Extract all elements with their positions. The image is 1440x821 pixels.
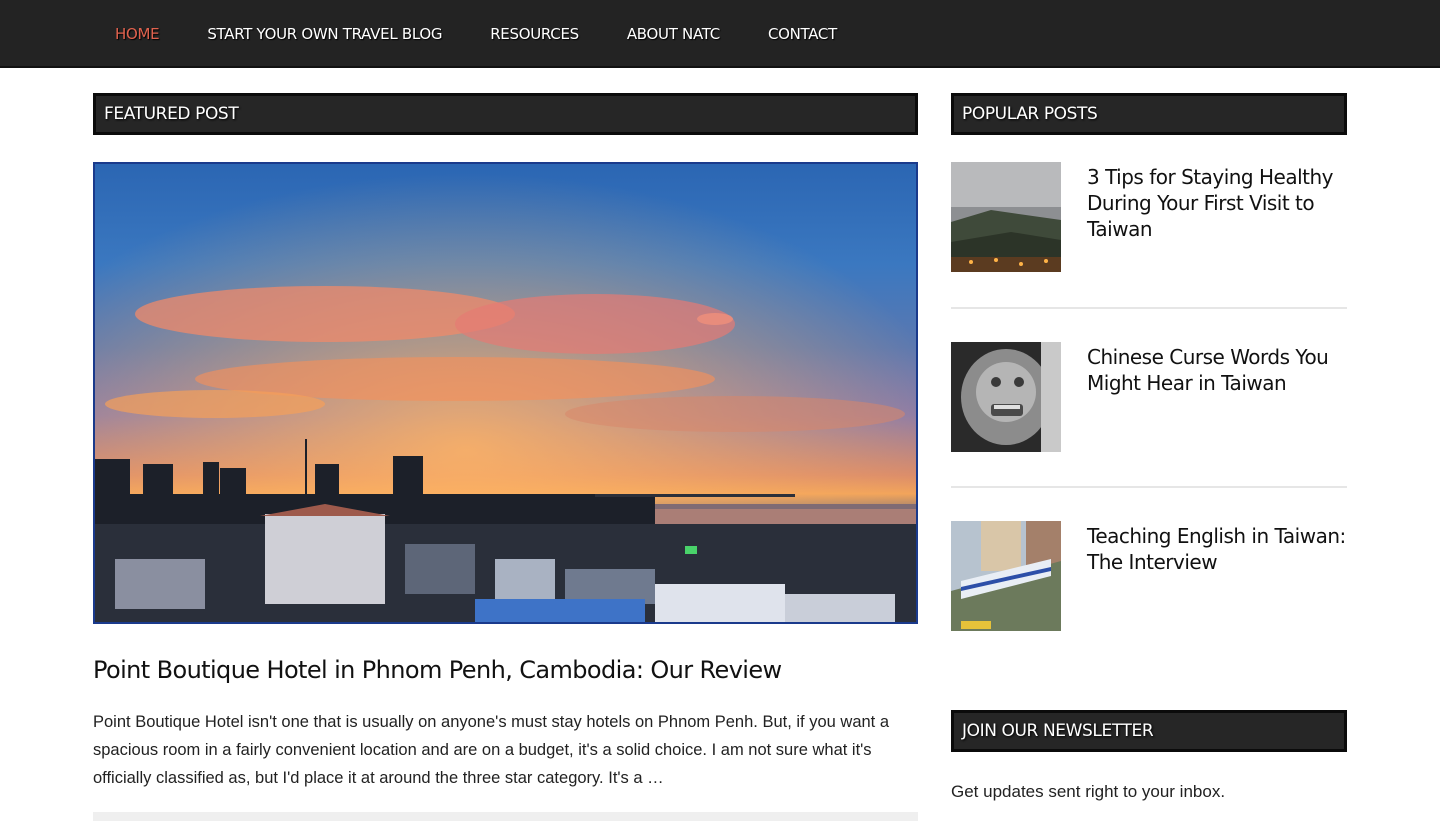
popular-post-title[interactable]: Chinese Curse Words You Might Hear in Ta… xyxy=(1087,344,1352,396)
mountain-town-photo xyxy=(951,162,1061,272)
popular-posts-header: POPULAR POSTS xyxy=(951,93,1347,135)
nav-item-resources[interactable]: RESOURCES xyxy=(490,25,579,43)
newsletter-heading: JOIN OUR NEWSLETTER xyxy=(962,721,1154,741)
featured-post-excerpt: Point Boutique Hotel isn't one that is u… xyxy=(93,713,890,787)
popular-posts-heading: POPULAR POSTS xyxy=(962,104,1098,124)
popular-post-thumbnail[interactable] xyxy=(951,521,1061,631)
newsletter-header: JOIN OUR NEWSLETTER xyxy=(951,710,1347,752)
popular-post-thumbnail[interactable] xyxy=(951,162,1061,272)
nav-item-about[interactable]: ABOUT NATC xyxy=(627,25,720,43)
top-navigation: HOME START YOUR OWN TRAVEL BLOG RESOURCE… xyxy=(0,0,1440,68)
featured-post-image[interactable] xyxy=(93,162,918,624)
metro-train-photo xyxy=(951,521,1061,631)
newsletter-description: Get updates sent right to your inbox. xyxy=(951,782,1226,801)
featured-post-title[interactable]: Point Boutique Hotel in Phnom Penh, Camb… xyxy=(93,656,923,684)
popular-post-title[interactable]: 3 Tips for Staying Healthy During Your F… xyxy=(1087,164,1352,242)
popular-post-title[interactable]: Teaching English in Taiwan: The Intervie… xyxy=(1087,523,1352,575)
featured-post-heading: FEATURED POST xyxy=(104,104,239,124)
popular-divider xyxy=(951,486,1347,488)
nav-item-start-blog[interactable]: START YOUR OWN TRAVEL BLOG xyxy=(207,25,442,43)
nav-item-contact[interactable]: CONTACT xyxy=(768,25,837,43)
featured-post-header: FEATURED POST xyxy=(93,93,918,135)
popular-divider xyxy=(951,307,1347,309)
nav-menu: HOME START YOUR OWN TRAVEL BLOG RESOURCE… xyxy=(115,0,885,68)
post-footer-strip xyxy=(93,812,918,821)
stone-lion-photo xyxy=(951,342,1061,452)
popular-post-thumbnail[interactable] xyxy=(951,342,1061,452)
sunset-city-photo xyxy=(95,164,916,622)
nav-item-home[interactable]: HOME xyxy=(115,25,160,43)
